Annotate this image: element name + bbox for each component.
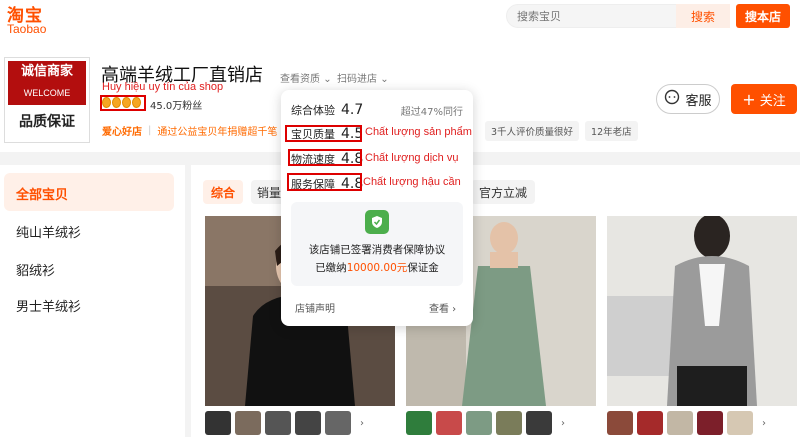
view-details-link[interactable]: 查看 ›	[429, 300, 456, 315]
follower-count: 45.0万粉丝	[150, 101, 203, 112]
charity-row[interactable]: 爱心好店 | 通过公益宝贝年捐赠超千笔	[102, 123, 277, 138]
guarantee-agreement-text: 该店铺已签署消费者保障协议	[308, 244, 446, 256]
chevron-down-icon: ⌄	[323, 74, 332, 85]
chevron-right-icon[interactable]: ›	[355, 411, 369, 435]
after-sales-annotation: Chất lượng hậu cần	[363, 176, 461, 188]
quality-highlight	[285, 125, 362, 142]
coin-icon	[112, 97, 121, 108]
tab-official-discount[interactable]: 官方立减	[471, 180, 535, 204]
store-badge-image[interactable]: 诚信商家 WELCOME 品质保证	[5, 58, 89, 142]
badge-quality: 品质保证	[8, 105, 86, 139]
category-all[interactable]: 全部宝贝	[16, 184, 68, 203]
badge-welcome: WELCOME	[23, 88, 71, 98]
category-men[interactable]: 男士羊绒衫	[16, 296, 81, 315]
scan-enter-link[interactable]: 扫码进店 ⌄	[337, 70, 389, 85]
thumbnail[interactable]	[667, 411, 693, 435]
coin-icon	[122, 97, 131, 108]
thumbnail[interactable]	[607, 411, 633, 435]
customer-service-button[interactable]: 客服	[656, 84, 720, 114]
store-tag: 3千人评价质量很好	[485, 121, 580, 141]
shield-icon	[365, 210, 389, 234]
plus-icon: +	[742, 89, 756, 109]
thumbnail[interactable]	[436, 411, 462, 435]
overall-rating-row: 综合体验 4.7 超过47%同行	[291, 102, 463, 118]
logistics-highlight	[288, 149, 362, 166]
category-sidebar: 全部宝贝 纯山羊绒衫 貂绒衫 男士羊绒衫	[0, 165, 185, 437]
thumbnail[interactable]	[496, 411, 522, 435]
thumbnail-strip: ›	[406, 411, 570, 435]
service-highlight	[287, 173, 362, 191]
shop-badge-annotation: Huy hiệu uy tín của shop	[102, 81, 224, 93]
thumbnail[interactable]	[325, 411, 351, 435]
coin-icon	[102, 97, 111, 108]
follow-button[interactable]: + 关注	[731, 84, 797, 114]
view-qualification-link[interactable]: 查看资质 ⌄	[280, 70, 332, 85]
chat-icon	[664, 89, 680, 109]
top-bar: 淘宝 Taobao 搜索 搜本店	[0, 0, 800, 44]
search-store-button[interactable]: 搜本店	[736, 4, 790, 28]
product-image-grey-cardigan[interactable]	[607, 216, 797, 406]
thumbnail-strip: ›	[607, 411, 771, 435]
charity-text: 通过公益宝贝年捐赠超千笔	[157, 127, 278, 138]
thumbnail-strip: ›	[205, 411, 369, 435]
chevron-down-icon: ⌄	[380, 74, 389, 85]
thumbnail[interactable]	[205, 411, 231, 435]
search-button[interactable]: 搜索	[676, 4, 730, 28]
credit-coins[interactable]	[102, 97, 141, 108]
thumbnail[interactable]	[697, 411, 723, 435]
thumbnail[interactable]	[265, 411, 291, 435]
store-statement-link[interactable]: 店铺声明	[295, 300, 335, 315]
thumbnail[interactable]	[235, 411, 261, 435]
guarantee-box: 该店铺已签署消费者保障协议 已缴纳10000.00元保证金	[291, 202, 463, 286]
search-input[interactable]	[517, 5, 667, 27]
coin-icon	[132, 97, 141, 108]
taobao-logo-text: Taobao	[7, 22, 47, 36]
thumbnail[interactable]	[295, 411, 321, 435]
thumbnail[interactable]	[526, 411, 552, 435]
tab-comprehensive[interactable]: 综合	[203, 180, 243, 204]
category-cashmere[interactable]: 纯山羊绒衫	[16, 222, 81, 241]
thumbnail[interactable]	[406, 411, 432, 435]
thumbnail[interactable]	[727, 411, 753, 435]
thumbnail[interactable]	[466, 411, 492, 435]
chevron-right-icon[interactable]: ›	[556, 411, 570, 435]
chevron-right-icon[interactable]: ›	[757, 411, 771, 435]
guarantee-deposit-text: 已缴纳10000.00元保证金	[315, 262, 439, 274]
badge-title: 诚信商家	[20, 64, 73, 79]
charity-tag: 爱心好店	[102, 127, 142, 138]
category-mink[interactable]: 貂绒衫	[16, 260, 55, 279]
thumbnail[interactable]	[637, 411, 663, 435]
store-tags: 3千人评价质量很好 12年老店	[485, 121, 638, 141]
quality-annotation: Chất lượng sản phẩm	[365, 126, 472, 138]
store-tag: 12年老店	[585, 121, 638, 141]
logistics-annotation: Chất lượng dịch vụ	[365, 152, 459, 164]
